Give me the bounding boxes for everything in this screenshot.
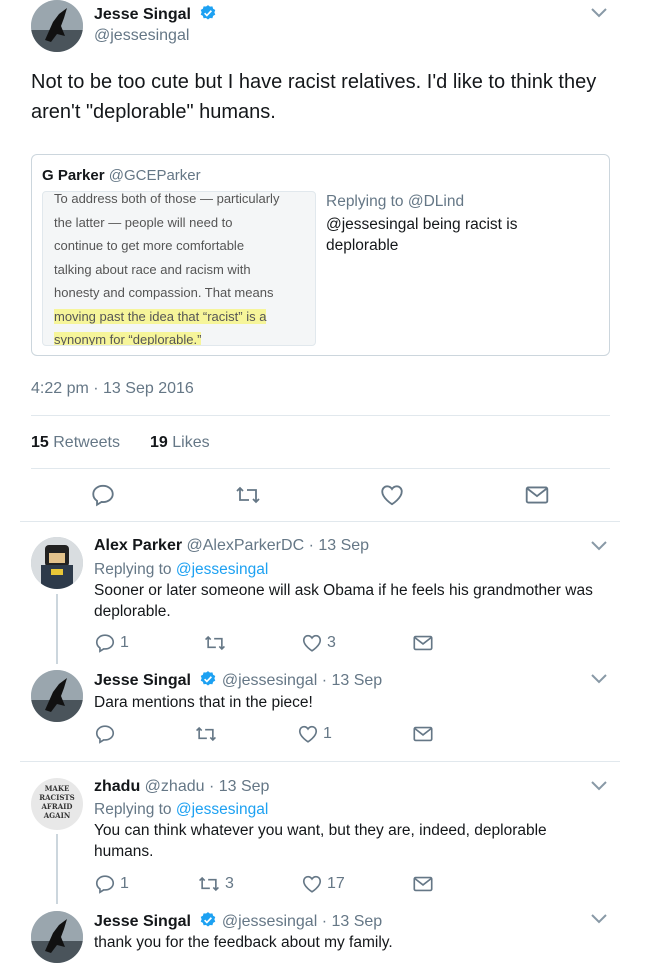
retweet-action[interactable] (194, 723, 222, 745)
reply-author-handle[interactable]: @jessesingal (222, 913, 317, 930)
reply-icon (95, 725, 115, 744)
reply-date[interactable]: · 13 Sep (322, 913, 382, 930)
thread-connector (56, 834, 58, 904)
reply-header: Jesse Singal @jessesingal · 13 Sep (94, 911, 382, 931)
avatar-text: AFRAID (41, 802, 73, 811)
reply-icon (95, 875, 115, 894)
reply-replying-to: Replying to @jessesingal (94, 561, 269, 578)
share-icon (413, 635, 433, 651)
reply-replying-to: Replying to @jessesingal (94, 801, 269, 818)
replying-to-link[interactable]: @jessesingal (176, 561, 268, 578)
chevron-down-icon[interactable] (589, 672, 609, 686)
main-author-name[interactable]: Jesse Singal (94, 6, 191, 23)
avatar-text: AGAIN (43, 811, 71, 820)
reply-action[interactable]: 1 (94, 632, 129, 654)
heart-icon (302, 875, 322, 893)
reply-text: Dara mentions that in the piece! (94, 694, 313, 711)
share-icon (413, 876, 433, 892)
reply-action[interactable]: 1 (94, 873, 129, 895)
chevron-down-icon[interactable] (589, 6, 609, 20)
reply-author-handle[interactable]: @jessesingal (222, 672, 317, 689)
chevron-down-icon[interactable] (589, 779, 609, 793)
reply-text: Sooner or later someone will ask Obama i… (94, 582, 593, 620)
reply-author-handle[interactable]: @AlexParkerDC (187, 537, 305, 554)
verified-badge-icon (201, 912, 216, 927)
quoted-image-line: the latter — people will need to (54, 214, 233, 230)
reply-header: Jesse Singal @jessesingal · 13 Sep (94, 670, 382, 690)
reply-author-avatar[interactable] (31, 911, 83, 963)
divider (20, 761, 620, 762)
reply-author-avatar[interactable] (31, 670, 83, 722)
heart-icon (298, 725, 318, 743)
quoted-image-line: talking about race and racism with (54, 261, 251, 277)
retweets-stat[interactable]: 15 Retweets (31, 434, 120, 452)
retweet-action[interactable] (203, 632, 231, 654)
share-action[interactable] (412, 723, 434, 745)
reply-icon (95, 634, 115, 653)
thread-connector (56, 594, 58, 664)
share-icon[interactable] (524, 482, 550, 508)
like-action[interactable]: 1 (297, 723, 332, 745)
chevron-down-icon[interactable] (589, 539, 609, 553)
verified-badge-icon (201, 671, 216, 686)
quoted-author-handle: @GCEParker (108, 167, 201, 184)
quoted-replying-to: Replying to @DLind (326, 193, 465, 210)
verified-badge-icon (201, 5, 216, 20)
quoted-author-name: G Parker (42, 167, 105, 184)
quoted-image-highlight: synonym for “deplorable.” (54, 332, 202, 346)
reply-author-name[interactable]: zhadu (94, 778, 140, 795)
reply-icon[interactable] (90, 482, 116, 508)
reply-date[interactable]: · 13 Sep (322, 672, 382, 689)
share-action[interactable] (412, 873, 434, 895)
reply-header: zhadu @zhadu · 13 Sep (94, 778, 269, 796)
like-action[interactable]: 17 (301, 873, 345, 895)
quoted-image-highlight: moving past the idea that “racist” is a (54, 308, 267, 324)
chevron-down-icon[interactable] (589, 912, 609, 926)
retweet-icon (204, 635, 226, 651)
main-author-handle[interactable]: @jessesingal (94, 27, 189, 45)
main-tweet-text: Not to be too cute but I have racist rel… (31, 71, 597, 123)
reply-header: Alex Parker @AlexParkerDC · 13 Sep (94, 537, 369, 555)
quoted-image-line: honesty and compassion. That means (54, 285, 274, 300)
retweet-icon (195, 726, 217, 742)
retweet-icon[interactable] (234, 482, 262, 508)
replying-to-link[interactable]: @jessesingal (176, 801, 268, 818)
quoted-replying-to-handle: @DLind (407, 193, 465, 210)
quoted-author-row: G Parker @GCEParker (42, 167, 201, 184)
share-icon (413, 726, 433, 742)
avatar-text: RACISTS (39, 793, 75, 802)
heart-icon (302, 634, 322, 652)
avatar-text: MAKE (44, 784, 70, 793)
quoted-image-line: continue to get more comfortable (54, 238, 245, 253)
like-action[interactable]: 3 (301, 632, 336, 654)
main-author-name-row: Jesse Singal (94, 4, 217, 24)
reply-text: You can think whatever you want, but the… (94, 822, 547, 860)
reply-author-name[interactable]: Alex Parker (94, 537, 182, 554)
reply-author-name[interactable]: Jesse Singal (94, 913, 191, 930)
divider (20, 521, 620, 522)
reply-date[interactable]: · 13 Sep (209, 778, 269, 795)
quoted-image-line: To address both of those — particularly (54, 191, 280, 206)
main-tweet-timestamp[interactable]: 4:22 pm · 13 Sep 2016 (31, 380, 194, 398)
heart-icon[interactable] (379, 482, 405, 508)
reply-date[interactable]: · 13 Sep (309, 537, 369, 554)
main-author-avatar[interactable] (31, 0, 83, 52)
quoted-tweet[interactable]: G Parker @GCEParker To address both of t… (31, 154, 610, 356)
divider (31, 468, 610, 469)
divider (31, 415, 610, 416)
reply-author-avatar[interactable]: MAKE RACISTS AFRAID AGAIN (31, 778, 83, 830)
share-action[interactable] (412, 632, 434, 654)
reply-author-name[interactable]: Jesse Singal (94, 672, 191, 689)
reply-author-avatar[interactable] (31, 537, 83, 589)
retweet-action[interactable]: 3 (197, 873, 234, 895)
reply-author-handle[interactable]: @zhadu (145, 778, 205, 795)
quoted-tweet-text: @jessesingal being racist is deplorable (326, 216, 518, 254)
retweet-icon (198, 876, 220, 892)
reply-text: thank you for the feedback about my fami… (94, 934, 393, 951)
likes-stat[interactable]: 19 Likes (150, 434, 210, 452)
reply-action[interactable] (94, 723, 120, 745)
quoted-media-image[interactable]: To address both of those — particularly … (42, 191, 316, 346)
